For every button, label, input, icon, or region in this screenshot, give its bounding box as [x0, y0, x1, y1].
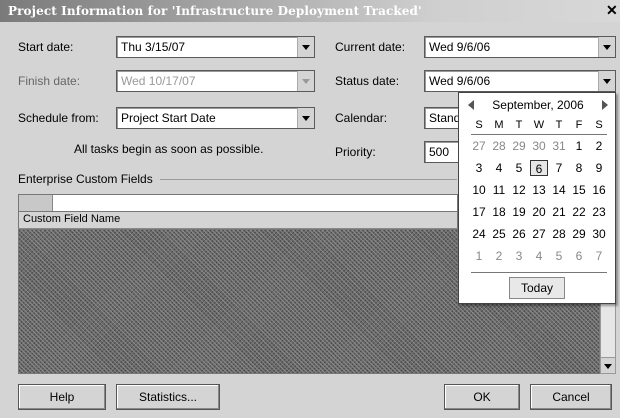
- calendar-day[interactable]: 15: [570, 182, 588, 198]
- calendar-day[interactable]: 28: [550, 226, 568, 242]
- chevron-down-icon[interactable]: [297, 37, 314, 57]
- weekday-label: F: [575, 119, 583, 131]
- calendar-day[interactable]: 29: [570, 226, 588, 242]
- calendar-day[interactable]: 5: [510, 160, 528, 176]
- finish-date-label: Finish date:: [18, 74, 81, 88]
- calendar-day[interactable]: 6: [530, 160, 548, 176]
- grid-edit-row[interactable]: [18, 194, 458, 212]
- calendar-day[interactable]: 27: [530, 226, 548, 242]
- calendar-day[interactable]: 30: [590, 226, 608, 242]
- calendar-day[interactable]: 9: [590, 160, 608, 176]
- calendar-day[interactable]: 11: [490, 182, 508, 198]
- calendar-day[interactable]: 2: [490, 248, 508, 264]
- current-date-value: Wed 9/6/06: [429, 40, 491, 54]
- calendar-day[interactable]: 29: [510, 138, 528, 154]
- calendar-day[interactable]: 4: [490, 160, 508, 176]
- start-date-combo[interactable]: Thu 3/15/07: [116, 36, 315, 58]
- calendar-day[interactable]: 8: [570, 160, 588, 176]
- calendar-day[interactable]: 3: [470, 160, 488, 176]
- calendar-day[interactable]: 13: [530, 182, 548, 198]
- calendar-day[interactable]: 21: [550, 204, 568, 220]
- calendar-day[interactable]: 6: [570, 248, 588, 264]
- calendar-day[interactable]: 14: [550, 182, 568, 198]
- start-date-value: Thu 3/15/07: [121, 40, 186, 54]
- calendar-day[interactable]: 31: [550, 138, 568, 154]
- calendar-day[interactable]: 7: [590, 248, 608, 264]
- title-bar: Project Information for 'Infrastructure …: [0, 0, 620, 22]
- enterprise-fields-label: Enterprise Custom Fields: [18, 172, 153, 186]
- status-date-combo[interactable]: Wed 9/6/06: [424, 70, 616, 92]
- calendar-day[interactable]: 16: [590, 182, 608, 198]
- calendar-day[interactable]: 23: [590, 204, 608, 220]
- calendar-day[interactable]: 20: [530, 204, 548, 220]
- weekday-label: S: [475, 119, 483, 131]
- window-title: Project Information for 'Infrastructure …: [8, 4, 422, 18]
- calendar-day[interactable]: 24: [470, 226, 488, 242]
- close-icon[interactable]: ✕: [606, 2, 620, 19]
- cancel-button[interactable]: Cancel: [530, 384, 612, 410]
- calendar-day[interactable]: 22: [570, 204, 588, 220]
- finish-date-combo: Wed 10/17/07: [116, 70, 315, 92]
- status-date-label: Status date:: [335, 74, 400, 88]
- custom-field-name-header: Custom Field Name: [23, 213, 121, 225]
- schedule-note: All tasks begin as soon as possible.: [74, 142, 264, 156]
- current-date-combo[interactable]: Wed 9/6/06: [424, 36, 616, 58]
- group-divider: [160, 179, 457, 180]
- grid-corner: [19, 195, 53, 211]
- weekday-label: S: [595, 119, 603, 131]
- calendar-day[interactable]: 18: [490, 204, 508, 220]
- chevron-down-icon[interactable]: [297, 108, 314, 128]
- previous-month-icon[interactable]: [467, 98, 477, 112]
- weekday-label: T: [515, 119, 523, 131]
- statistics-button[interactable]: Statistics...: [116, 384, 220, 410]
- weekday-divider: [471, 134, 607, 135]
- calendar-day[interactable]: 28: [490, 138, 508, 154]
- calendar-day[interactable]: 30: [530, 138, 548, 154]
- weekday-label: W: [533, 119, 545, 131]
- chevron-down-icon[interactable]: [598, 37, 615, 57]
- calendar-day[interactable]: 5: [550, 248, 568, 264]
- calendar-day[interactable]: 26: [510, 226, 528, 242]
- priority-value: 500: [429, 145, 450, 159]
- calendar-day[interactable]: 19: [510, 204, 528, 220]
- scroll-down-icon[interactable]: [601, 357, 615, 373]
- calendar-day[interactable]: 1: [470, 248, 488, 264]
- status-date-value: Wed 9/6/06: [429, 74, 491, 88]
- calendar-day[interactable]: 12: [510, 182, 528, 198]
- weekday-label: T: [555, 119, 563, 131]
- chevron-down-icon[interactable]: [598, 71, 615, 91]
- next-month-icon[interactable]: [599, 98, 609, 112]
- calendar-day[interactable]: 7: [550, 160, 568, 176]
- calendar-day[interactable]: 25: [490, 226, 508, 242]
- calendar-day[interactable]: 17: [470, 204, 488, 220]
- project-information-dialog: Start date: Thu 3/15/07 Finish date: Wed…: [0, 22, 620, 418]
- schedule-from-select[interactable]: Project Start Date: [116, 107, 315, 129]
- calendar-day[interactable]: 1: [570, 138, 588, 154]
- weekday-label: M: [494, 119, 504, 131]
- calendar-day[interactable]: 27: [470, 138, 488, 154]
- today-button[interactable]: Today: [509, 277, 565, 299]
- date-picker-popup: September, 2006 S M T W T F S 27 28 29 30 31…: [458, 92, 616, 304]
- calendar-month-label: September, 2006: [492, 98, 584, 112]
- current-date-label: Current date:: [335, 40, 406, 54]
- start-date-label: Start date:: [18, 40, 74, 54]
- schedule-from-value: Project Start Date: [121, 111, 216, 125]
- calendar-day[interactable]: 10: [470, 182, 488, 198]
- calendar-day[interactable]: 3: [510, 248, 528, 264]
- ok-button[interactable]: OK: [444, 384, 520, 410]
- calendar-day[interactable]: 4: [530, 248, 548, 264]
- calendar-label: Calendar:: [335, 111, 388, 125]
- schedule-from-label: Schedule from:: [18, 111, 99, 125]
- chevron-down-icon: [297, 71, 314, 91]
- priority-label: Priority:: [335, 145, 376, 159]
- today-divider: [471, 272, 607, 273]
- finish-date-value: Wed 10/17/07: [121, 74, 196, 88]
- grid-column-header[interactable]: Custom Field Name: [18, 212, 458, 229]
- help-button[interactable]: Help: [18, 384, 106, 410]
- calendar-day[interactable]: 2: [590, 138, 608, 154]
